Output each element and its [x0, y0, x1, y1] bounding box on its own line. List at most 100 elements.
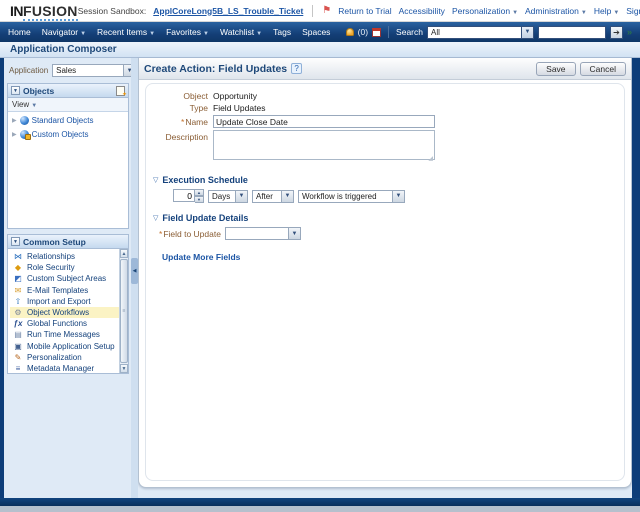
sidebar-item-import-and-export[interactable]: ⇧Import and Export: [10, 296, 119, 307]
search-go-button[interactable]: ➔: [610, 26, 623, 39]
relation-select[interactable]: After ▼: [252, 190, 294, 203]
sidebar-item-personalization[interactable]: ✎Personalization: [10, 352, 119, 363]
sidebar-item-mobile-application-setup[interactable]: ▣Mobile Application Setup: [10, 341, 119, 352]
chevron-down-icon: ▼: [31, 103, 37, 109]
cancel-button[interactable]: Cancel: [580, 62, 626, 76]
collapse-icon[interactable]: ▼: [11, 237, 20, 246]
disclosure-triangle-icon: ▽: [153, 176, 158, 184]
subject-areas-icon: ◩: [13, 274, 23, 283]
type-label: Type: [146, 103, 208, 113]
desktop-background-strip: [0, 506, 640, 512]
sidebar-item-run-time-messages[interactable]: ▤Run Time Messages: [10, 329, 119, 340]
relationships-icon: ⋈: [13, 252, 23, 261]
sidebar-item-global-functions[interactable]: ƒxGlobal Functions: [10, 318, 119, 329]
nav-tags[interactable]: Tags: [273, 27, 291, 37]
interval-spinner[interactable]: ▲ ▼: [173, 189, 204, 203]
nav-recent-items[interactable]: Recent Items▼: [97, 27, 155, 37]
sidebar-item-role-security[interactable]: ◆Role Security: [10, 262, 119, 273]
chevron-down-icon[interactable]: ▼: [124, 64, 131, 77]
form-region: Object Opportunity Type Field Updates *N…: [139, 80, 631, 487]
envelope-icon: ✉: [13, 286, 23, 295]
sidebar-item-custom-subject-areas[interactable]: ◩Custom Subject Areas: [10, 273, 119, 284]
chevron-down-icon[interactable]: ▼: [393, 190, 405, 203]
objects-panel-header: ▼ Objects: [8, 84, 128, 98]
field-update-details-section-header[interactable]: ▽ Field Update Details: [153, 213, 624, 223]
description-field-wrap: [213, 130, 435, 165]
expand-icon[interactable]: ▶: [12, 131, 17, 138]
search-label: Search: [396, 27, 423, 37]
session-sandbox-link[interactable]: ApplCoreLong5B_LS_Trouble_Ticket: [153, 6, 303, 16]
tree-item-standard-objects[interactable]: ▶ Standard Objects: [12, 116, 126, 125]
chevron-down-icon: ▼: [581, 10, 587, 16]
save-button[interactable]: Save: [536, 62, 575, 76]
divider: [312, 5, 313, 17]
common-setup-scrollbar[interactable]: ▲ ≡ ▼: [119, 249, 128, 373]
main-nav-bar: Home Navigator▼ Recent Items▼ Favorites▼…: [0, 22, 640, 42]
application-select[interactable]: Sales ▼: [52, 64, 131, 77]
advanced-search-icon[interactable]: »: [627, 27, 632, 37]
window-frame-bottom: [0, 498, 640, 506]
execution-schedule-section-header[interactable]: ▽ Execution Schedule: [153, 175, 624, 185]
view-menu-button[interactable]: View▼: [12, 100, 37, 109]
calendar-icon[interactable]: [372, 28, 381, 37]
trigger-event-select[interactable]: Workflow is triggered ▼: [298, 190, 405, 203]
type-value: Field Updates: [213, 103, 265, 113]
interval-unit-select[interactable]: Days ▼: [208, 190, 248, 203]
panel-splitter[interactable]: ◀: [131, 58, 138, 498]
nav-home[interactable]: Home: [8, 27, 31, 37]
scroll-up-icon[interactable]: ▲: [120, 249, 128, 258]
global-search-input[interactable]: [538, 26, 606, 39]
chevron-down-icon: ▼: [203, 31, 209, 37]
sidebar-item-relationships[interactable]: ⋈Relationships: [10, 251, 119, 262]
spinner-up-icon[interactable]: ▲: [195, 189, 204, 196]
lock-icon: ◆: [13, 263, 23, 272]
field-to-update-label: *Field to Update: [159, 229, 221, 239]
logo-suffix: FUSION: [23, 3, 78, 21]
search-scope-select[interactable]: All ▼: [427, 26, 534, 39]
field-update-details-title: Field Update Details: [162, 213, 248, 223]
sidebar-item-email-templates[interactable]: ✉E-Mail Templates: [10, 285, 119, 296]
sidebar-item-metadata-manager[interactable]: ≡Metadata Manager: [10, 363, 119, 373]
collapse-panel-arrow[interactable]: ◀: [131, 258, 138, 284]
nav-watchlist[interactable]: Watchlist▼: [220, 27, 262, 37]
chevron-down-icon: ▼: [512, 10, 518, 16]
update-more-fields-link[interactable]: Update More Fields: [162, 252, 240, 262]
accessibility-link[interactable]: Accessibility: [399, 6, 445, 16]
administration-menu[interactable]: Administration▼: [525, 6, 587, 16]
description-label: Description: [146, 130, 208, 142]
sign-out-link[interactable]: Sign Out: [626, 6, 640, 16]
tree-item-custom-objects[interactable]: ▶ Custom Objects: [12, 130, 126, 139]
field-to-update-select[interactable]: ▼: [225, 227, 301, 240]
mobile-icon: ▣: [13, 342, 23, 351]
scrollbar-thumb[interactable]: ≡: [120, 259, 128, 363]
scroll-down-icon[interactable]: ▼: [120, 364, 128, 373]
nav-navigator[interactable]: Navigator▼: [42, 27, 86, 37]
notifications-bell-icon[interactable]: [346, 28, 354, 36]
pencil-icon: ✎: [13, 353, 23, 362]
main-content-card: Create Action: Field Updates ? Save Canc…: [138, 58, 632, 488]
collapse-icon[interactable]: ▼: [11, 86, 20, 95]
help-icon[interactable]: ?: [291, 63, 302, 74]
chevron-down-icon[interactable]: ▼: [236, 190, 248, 203]
interval-input[interactable]: [173, 189, 195, 202]
nav-spaces[interactable]: Spaces: [302, 27, 330, 37]
personalization-menu[interactable]: Personalization▼: [452, 6, 518, 16]
objects-toolbar: View▼: [8, 98, 128, 112]
return-to-trial-link[interactable]: Return to Trial: [338, 6, 391, 16]
trigger-event-value: Workflow is triggered: [298, 190, 393, 203]
chevron-down-icon[interactable]: ▼: [289, 227, 301, 240]
expand-icon[interactable]: ▶: [12, 117, 17, 124]
sidebar-item-object-workflows[interactable]: ⚙Object Workflows: [10, 307, 119, 318]
metadata-icon: ≡: [13, 364, 23, 373]
interval-unit-value: Days: [208, 190, 236, 203]
help-menu[interactable]: Help▼: [594, 6, 619, 16]
common-setup-header: ▼ Common Setup: [8, 235, 128, 249]
spinner-down-icon[interactable]: ▼: [195, 196, 204, 203]
search-scope-value: All: [427, 26, 522, 39]
name-input[interactable]: [213, 115, 435, 128]
description-textarea[interactable]: [213, 130, 435, 160]
nav-favorites[interactable]: Favorites▼: [166, 27, 209, 37]
chevron-down-icon[interactable]: ▼: [282, 190, 294, 203]
chevron-down-icon[interactable]: ▼: [522, 26, 534, 39]
new-object-icon[interactable]: [116, 86, 125, 96]
